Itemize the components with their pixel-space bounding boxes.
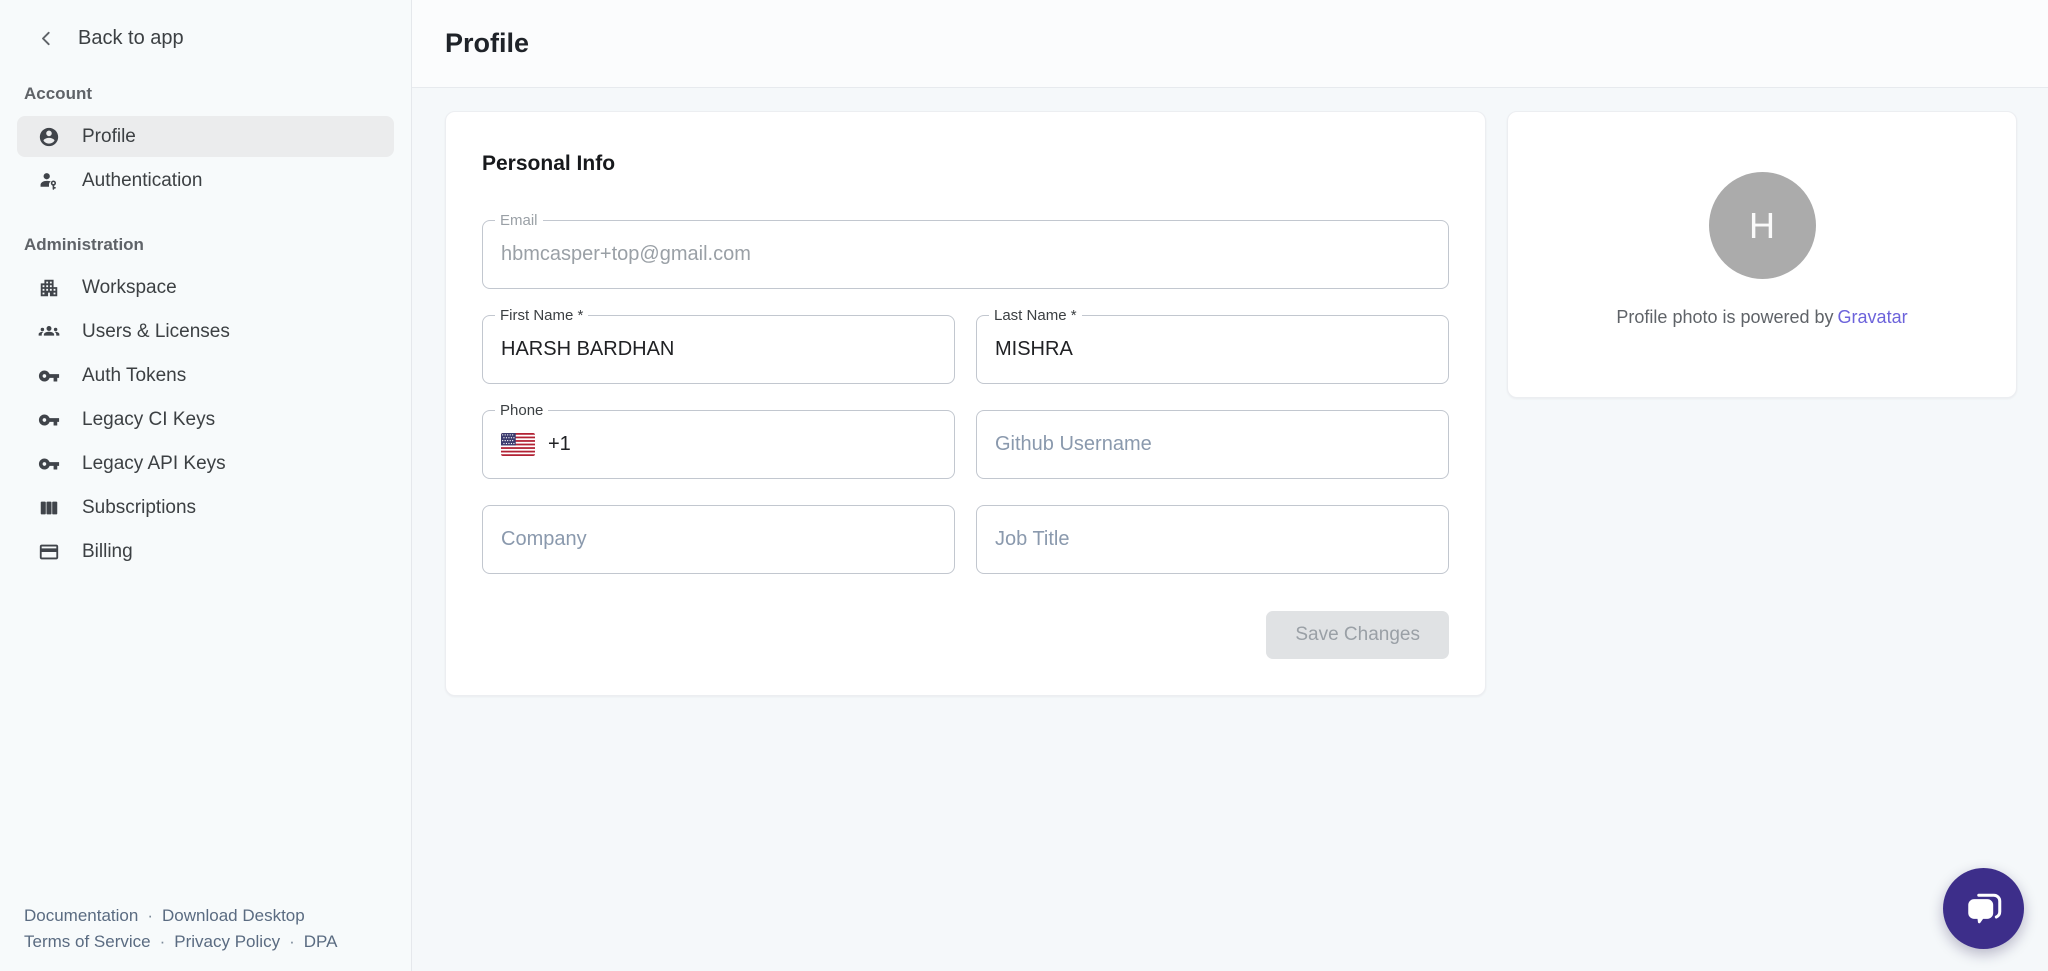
administration-nav: Workspace Users & Licenses Auth Tokens: [0, 267, 411, 572]
dial-code: +1: [548, 433, 571, 456]
avatar: H: [1709, 172, 1816, 279]
sidebar-item-label: Workspace: [82, 277, 177, 299]
content: Personal Info Email First Name * Last Na…: [412, 88, 2048, 971]
account-circle-icon: [38, 126, 60, 148]
sidebar-item-label: Authentication: [82, 170, 202, 192]
last-name-field: Last Name *: [976, 315, 1449, 384]
sidebar-item-label: Users & Licenses: [82, 321, 230, 343]
terms-of-service-link[interactable]: Terms of Service: [24, 932, 151, 951]
form-actions: Save Changes: [482, 611, 1449, 659]
email-field: Email: [482, 220, 1449, 289]
sidebar-item-auth-tokens[interactable]: Auth Tokens: [17, 355, 394, 396]
chevron-left-icon: [36, 28, 57, 49]
chat-launcher-button[interactable]: [1943, 868, 2024, 949]
sidebar-item-label: Legacy CI Keys: [82, 409, 215, 431]
columns-icon: [38, 497, 60, 519]
personal-info-form: Email First Name * Last Name * Phone: [482, 220, 1449, 574]
section-title-account: Account: [24, 84, 411, 104]
sidebar-item-users-licenses[interactable]: Users & Licenses: [17, 311, 394, 352]
page-title: Profile: [445, 28, 529, 59]
sidebar-item-legacy-api-keys[interactable]: Legacy API Keys: [17, 443, 394, 484]
sidebar-item-billing[interactable]: Billing: [17, 531, 394, 572]
job-title-field: [976, 505, 1449, 574]
personal-info-card: Personal Info Email First Name * Last Na…: [445, 111, 1486, 696]
phone-field: Phone: [482, 410, 955, 479]
gravatar-card: H Profile photo is powered byGravatar: [1507, 111, 2017, 398]
person-key-icon: [38, 170, 60, 192]
building-icon: [38, 277, 60, 299]
sidebar-item-legacy-ci-keys[interactable]: Legacy CI Keys: [17, 399, 394, 440]
email-input[interactable]: [501, 243, 1430, 266]
dot-separator: ·: [289, 932, 295, 951]
phone-label: Phone: [495, 402, 548, 419]
company-field: [482, 505, 955, 574]
page-header: Profile: [412, 0, 2048, 88]
save-changes-button[interactable]: Save Changes: [1266, 611, 1449, 659]
first-name-label: First Name *: [495, 307, 588, 324]
account-nav: Profile Authentication: [0, 116, 411, 201]
last-name-label: Last Name *: [989, 307, 1082, 324]
sidebar-item-label: Legacy API Keys: [82, 453, 226, 475]
sidebar-item-label: Billing: [82, 541, 133, 563]
chat-bubbles-icon: [1963, 888, 2005, 930]
last-name-input[interactable]: [995, 338, 1430, 361]
us-flag-icon[interactable]: [501, 433, 535, 456]
email-label: Email: [495, 212, 543, 229]
key-icon: [38, 365, 60, 387]
sidebar-item-label: Subscriptions: [82, 497, 196, 519]
company-input[interactable]: [501, 528, 936, 551]
documentation-link[interactable]: Documentation: [24, 906, 138, 925]
avatar-initial: H: [1749, 205, 1775, 247]
dot-separator: ·: [160, 932, 166, 951]
main-area: Profile Personal Info Email First Name *…: [412, 0, 2048, 971]
section-title-administration: Administration: [24, 235, 411, 255]
job-title-input[interactable]: [995, 528, 1430, 551]
dpa-link[interactable]: DPA: [304, 932, 338, 951]
key-icon: [38, 453, 60, 475]
gravatar-caption-text: Profile photo is powered by: [1616, 307, 1833, 327]
privacy-policy-link[interactable]: Privacy Policy: [174, 932, 280, 951]
sidebar-item-workspace[interactable]: Workspace: [17, 267, 394, 308]
sidebar-footer: Documentation · Download Desktop Terms of …: [24, 903, 337, 955]
sidebar-item-authentication[interactable]: Authentication: [17, 160, 394, 201]
footer-row-2: Terms of Service · Privacy Policy · DPA: [24, 929, 337, 955]
github-username-field: [976, 410, 1449, 479]
gravatar-caption: Profile photo is powered byGravatar: [1616, 307, 1907, 328]
credit-card-icon: [38, 541, 60, 563]
first-name-field: First Name *: [482, 315, 955, 384]
sidebar-item-subscriptions[interactable]: Subscriptions: [17, 487, 394, 528]
sidebar-item-profile[interactable]: Profile: [17, 116, 394, 157]
sidebar-item-label: Profile: [82, 126, 136, 148]
github-username-input[interactable]: [995, 433, 1430, 456]
sidebar-item-label: Auth Tokens: [82, 365, 186, 387]
sidebar: Back to app Account Profile Authenticati…: [0, 0, 412, 971]
back-to-app-label: Back to app: [78, 27, 184, 50]
personal-info-title: Personal Info: [482, 152, 1449, 176]
download-desktop-link[interactable]: Download Desktop: [162, 906, 305, 925]
phone-input[interactable]: [581, 433, 936, 456]
dot-separator: ·: [147, 906, 153, 925]
footer-row-1: Documentation · Download Desktop: [24, 903, 337, 929]
first-name-input[interactable]: [501, 338, 936, 361]
key-icon: [38, 409, 60, 431]
gravatar-link[interactable]: Gravatar: [1838, 307, 1908, 327]
back-to-app-button[interactable]: Back to app: [0, 0, 411, 50]
people-group-icon: [38, 321, 60, 343]
